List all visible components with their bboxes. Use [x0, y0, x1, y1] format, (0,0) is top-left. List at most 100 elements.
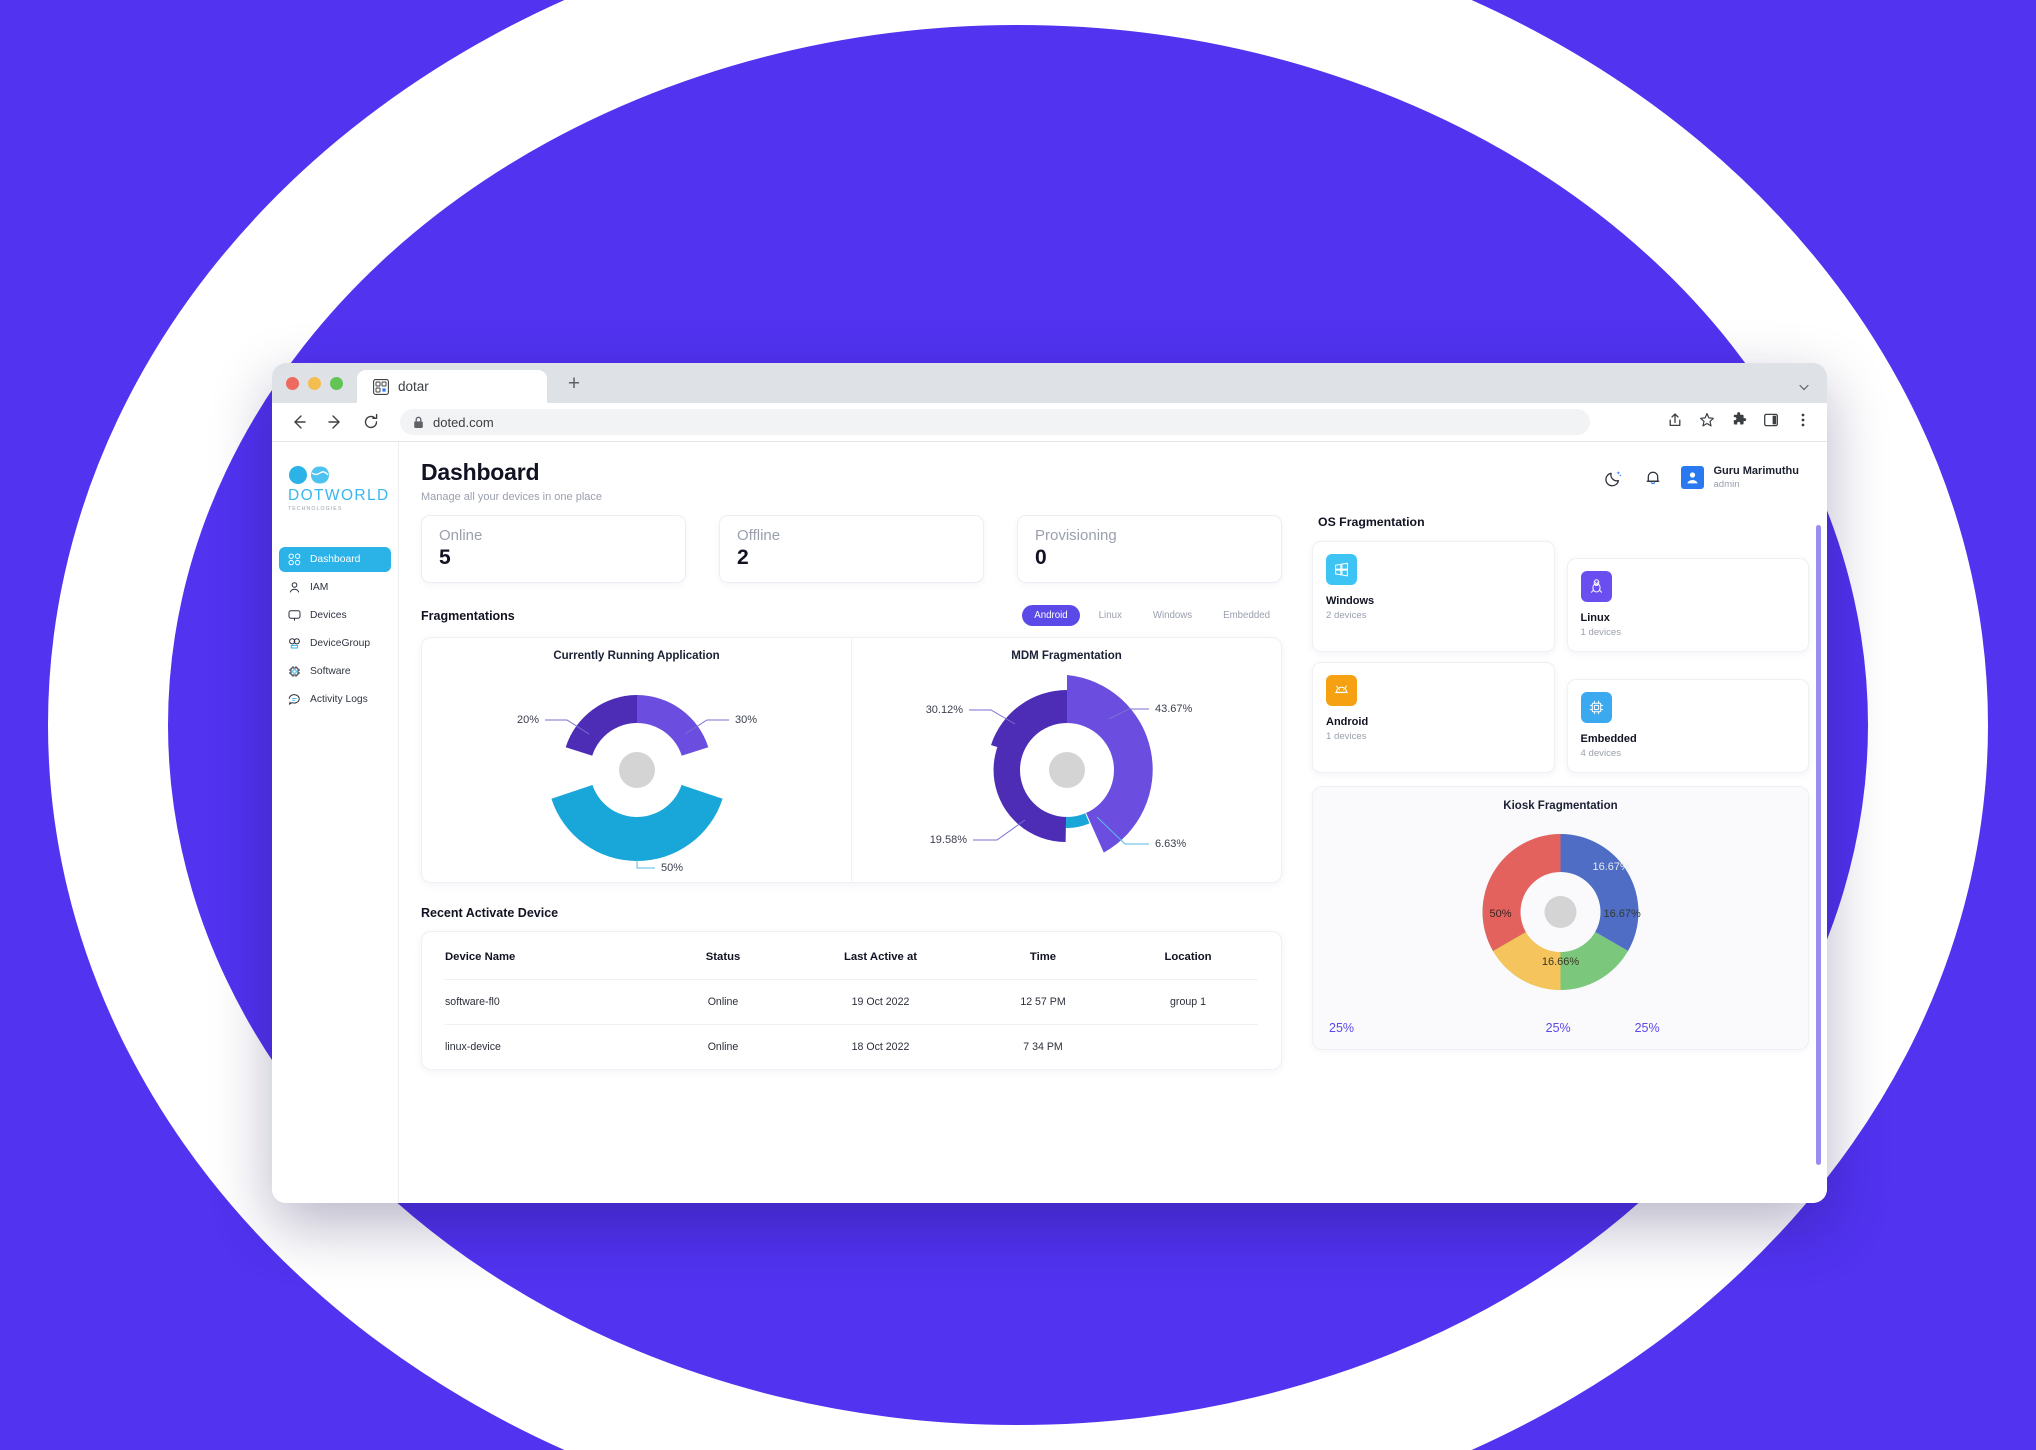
theme-toggle-button[interactable]	[1603, 467, 1625, 489]
mdm-fragmentation-donut: 43.67% 30.12% 19.58% 6.63%	[925, 675, 1192, 853]
extensions-button[interactable]	[1731, 411, 1747, 433]
sidebar-item-devices[interactable]: Devices	[279, 603, 391, 628]
new-tab-button[interactable]: +	[557, 367, 591, 401]
dashboard-left-column: Online 5 Offline 2 Provisioning 0 Fragme…	[399, 515, 1304, 1203]
os-device-count: 2 devices	[1326, 610, 1367, 621]
column-header-time: Time	[1029, 951, 1057, 963]
logo-circle-icon	[289, 466, 307, 484]
moon-icon	[1605, 471, 1622, 487]
cell-device-name: linux-device	[445, 1024, 653, 1069]
back-button[interactable]	[288, 411, 310, 433]
close-window-button[interactable]	[286, 376, 299, 390]
sidebar-item-software[interactable]: Software	[279, 659, 391, 684]
address-bar[interactable]: doted.com	[400, 409, 1590, 435]
brand-logo[interactable]: DOTWORLD TECHNOLOGIES	[272, 456, 398, 512]
page-title: Dashboard	[421, 459, 540, 485]
recent-devices-title: Recent Activate Device	[421, 906, 559, 920]
notifications-button[interactable]	[1642, 467, 1664, 489]
chart-mdm-fragmentation: MDM Fragmentation 43.67% 30.12% 19.58% 6…	[851, 638, 1281, 882]
device-group-icon	[288, 637, 301, 650]
stat-value: 0	[1035, 546, 1047, 570]
os-card-linux[interactable]: Linux 1 devices	[1566, 558, 1809, 652]
address-bar-url: doted.com	[433, 414, 494, 430]
tabstrip-expand-button[interactable]	[1797, 380, 1827, 397]
chart-slice-label: 16.67%	[1593, 861, 1631, 873]
kiosk-legend-item: 25%	[1545, 1021, 1571, 1035]
minimize-window-button[interactable]	[308, 376, 321, 390]
browser-toolbar: doted.com	[272, 403, 1827, 442]
sidebar-item-label: Activity Logs	[310, 693, 368, 705]
user-profile[interactable]: Guru Marimuthu admin	[1681, 465, 1799, 491]
logo-tagline: TECHNOLOGIES	[288, 505, 343, 512]
chart-title: Kiosk Fragmentation	[1503, 800, 1618, 812]
sidebar-item-activity-logs[interactable]: Activity Logs	[279, 687, 391, 712]
sidebar-item-dashboard[interactable]: Dashboard	[279, 546, 391, 572]
side-panel-icon	[1764, 413, 1778, 426]
dashboard-content: Online 5 Offline 2 Provisioning 0 Fragme…	[399, 503, 1827, 1203]
os-device-count: 4 devices	[1580, 748, 1622, 759]
chart-label: 20%	[516, 714, 538, 726]
share-icon	[1669, 412, 1681, 426]
more-vertical-icon	[1801, 413, 1805, 426]
cell-last-active: 19 Oct 2022	[793, 979, 968, 1025]
fragmentation-charts-panel: Currently Running Application 20% 30% 50…	[421, 637, 1282, 883]
browser-tab-title: dotar	[398, 379, 429, 394]
sidebar-item-iam[interactable]: IAM	[279, 575, 391, 600]
tab-linux[interactable]: Linux	[1087, 605, 1134, 626]
chart-label: 30%	[735, 714, 757, 726]
main-content: Dashboard Manage all your devices in one…	[399, 442, 1827, 1203]
page-subtitle: Manage all your devices in one place	[421, 491, 603, 503]
os-card-android[interactable]: Android 1 devices	[1312, 662, 1555, 773]
side-panel-button[interactable]	[1763, 412, 1779, 433]
maximize-window-button[interactable]	[330, 376, 343, 390]
stat-value: 2	[737, 546, 749, 570]
windows-icon	[1326, 554, 1357, 585]
reload-button[interactable]	[360, 411, 382, 433]
stat-label: Online	[439, 527, 483, 544]
os-card-windows[interactable]: Windows 2 devices	[1312, 541, 1555, 652]
table-header-row: Device Name Status Last Active at Time L…	[445, 932, 1258, 980]
header-actions: Guru Marimuthu admin	[1603, 459, 1799, 491]
os-name: Linux	[1580, 612, 1610, 624]
reload-icon	[364, 413, 378, 429]
cell-status: Online	[653, 1024, 793, 1069]
tab-android[interactable]: Android	[1022, 605, 1080, 626]
chart-label: 19.58%	[929, 834, 967, 846]
tab-windows[interactable]: Windows	[1141, 605, 1204, 626]
sidebar-item-label: Software	[310, 665, 351, 677]
table-row[interactable]: linux-device Online 18 Oct 2022 7 34 PM	[445, 1024, 1258, 1069]
chart-label: 30.12%	[925, 704, 963, 716]
table-row[interactable]: software-fl0 Online 19 Oct 2022 12 57 PM…	[445, 979, 1258, 1025]
chart-currently-running-application: Currently Running Application 20% 30% 50…	[422, 638, 851, 882]
chart-label: 50%	[661, 862, 683, 874]
stat-card-provisioning[interactable]: Provisioning 0	[1017, 515, 1282, 583]
cell-last-active: 18 Oct 2022	[793, 1024, 968, 1069]
browser-menu-button[interactable]	[1795, 412, 1811, 433]
stat-card-offline[interactable]: Offline 2	[719, 515, 984, 583]
toolbar-icons	[1667, 411, 1811, 433]
tab-embedded[interactable]: Embedded	[1211, 605, 1282, 626]
page-scrollbar[interactable]	[1816, 525, 1821, 1165]
os-fragmentation-grid: Windows 2 devices Linux 1 devices Androi…	[1312, 541, 1809, 773]
chevron-down-icon	[1799, 384, 1809, 391]
window-controls[interactable]	[286, 363, 357, 403]
os-card-embedded[interactable]: Embedded 4 devices	[1566, 679, 1809, 773]
dashboard-right-column: OS Fragmentation Windows 2 devices Linux…	[1304, 515, 1827, 1203]
sidebar-item-label: Devices	[310, 609, 347, 621]
fragmentation-tabs: Android Linux Windows Embedded	[1022, 605, 1282, 626]
chat-log-icon	[288, 693, 301, 706]
sidebar-item-devicegroup[interactable]: DeviceGroup	[279, 631, 391, 656]
kiosk-fragmentation-donut: 16.67% 16.67% 16.66% 50%	[1482, 834, 1641, 990]
forward-button[interactable]	[324, 411, 346, 433]
linux-icon	[1580, 571, 1612, 602]
share-button[interactable]	[1667, 412, 1683, 433]
recent-devices-card: Device Name Status Last Active at Time L…	[421, 931, 1282, 1070]
stat-cards: Online 5 Offline 2 Provisioning 0	[421, 515, 1282, 583]
user-icon	[288, 581, 301, 594]
fragmentations-title: Fragmentations	[421, 608, 515, 623]
bookmark-button[interactable]	[1699, 412, 1715, 433]
user-name: Guru Marimuthu	[1713, 465, 1799, 477]
stat-card-online[interactable]: Online 5	[421, 515, 686, 583]
browser-tab[interactable]: dotar	[357, 370, 547, 403]
browser-window: dotar + doted.com DOTWORLD TECHNOLOGIES …	[272, 363, 1827, 1203]
